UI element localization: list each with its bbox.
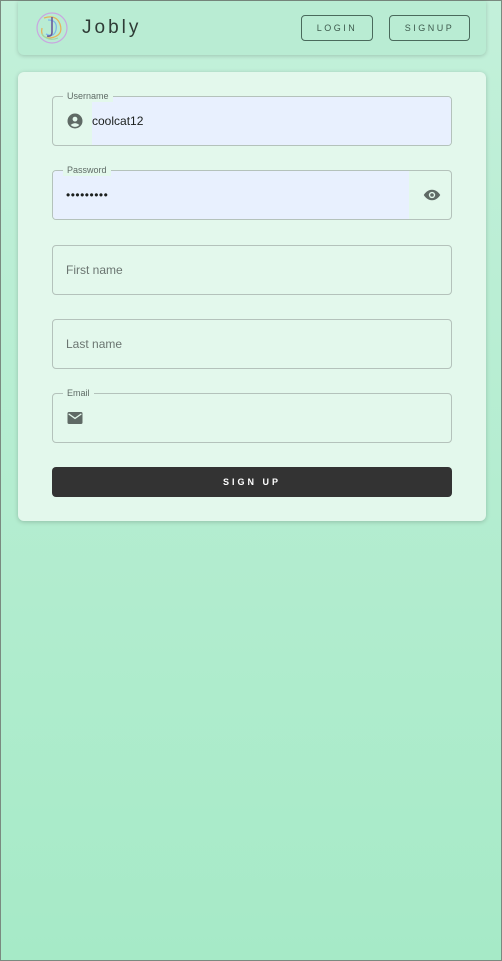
account-circle-icon bbox=[67, 113, 83, 129]
last-name-input[interactable]: Last name bbox=[66, 320, 122, 368]
login-button[interactable]: LOGIN bbox=[301, 15, 373, 41]
autofill-highlight bbox=[92, 97, 451, 145]
jobly-logo-icon[interactable] bbox=[34, 10, 70, 46]
signup-form: Username coolcat12 Password ••••••••• Fi… bbox=[18, 72, 486, 521]
brand-name[interactable]: Jobly bbox=[82, 17, 141, 39]
username-input[interactable]: coolcat12 bbox=[92, 97, 143, 145]
eye-icon[interactable] bbox=[423, 186, 441, 204]
mail-icon bbox=[67, 412, 83, 424]
signup-button[interactable]: SIGNUP bbox=[389, 15, 470, 41]
password-field[interactable]: Password ••••••••• bbox=[52, 164, 452, 220]
first-name-field[interactable]: First name bbox=[52, 245, 452, 295]
email-label: Email bbox=[63, 387, 94, 399]
last-name-field[interactable]: Last name bbox=[52, 319, 452, 369]
first-name-input[interactable]: First name bbox=[66, 246, 123, 294]
username-field[interactable]: Username coolcat12 bbox=[52, 90, 452, 146]
password-input[interactable]: ••••••••• bbox=[66, 171, 108, 219]
sign-up-submit-button[interactable]: SIGN UP bbox=[52, 467, 452, 497]
email-field[interactable]: Email bbox=[52, 387, 452, 443]
top-navbar: Jobly LOGIN SIGNUP bbox=[18, 1, 486, 55]
